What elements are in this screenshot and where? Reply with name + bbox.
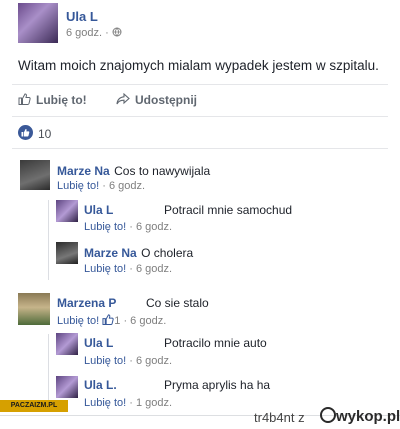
divider (12, 148, 388, 149)
reply-author[interactable]: Ula L (84, 336, 113, 350)
reply-avatar[interactable] (56, 242, 78, 264)
reply-like-link[interactable]: Lubię to! (84, 397, 126, 409)
comment-meta: Lubię to! 1 · 6 godz. (57, 314, 167, 327)
author-avatar[interactable] (18, 3, 58, 43)
comment-time[interactable]: 6 godz. (109, 180, 145, 192)
wykop-logo-icon (320, 407, 336, 423)
share-arrow-icon (116, 92, 130, 105)
post-time[interactable]: 6 godz. (66, 27, 102, 39)
reply-text: Potracilo mnie auto (164, 336, 267, 350)
reaction-count[interactable]: 10 (38, 127, 51, 141)
comment-like-link[interactable]: Lubię to! (57, 180, 99, 192)
comment-text: Cos to nawywijala (114, 164, 211, 178)
reply-like-link[interactable]: Lubię to! (84, 263, 126, 275)
watermark-separator: z (298, 410, 305, 425)
paczaizm-badge: PACZAIZM.PL (0, 400, 68, 412)
wykop-site: wykop.pl (336, 408, 400, 425)
reply-like-link[interactable]: Lubię to! (84, 221, 126, 233)
reply-text: O cholera (141, 246, 194, 260)
share-button-label: Udostępnij (135, 93, 197, 107)
post-text: Witam moich znajomych mialam wypadek jes… (18, 58, 379, 73)
reply-like-link[interactable]: Lubię to! (84, 355, 126, 367)
comment-meta: Lubię to! · 6 godz. (57, 180, 146, 192)
reply-time[interactable]: 1 godz. (136, 397, 172, 409)
comment-like-link[interactable]: Lubię to! (57, 315, 99, 327)
comment-author[interactable]: Marzena P (57, 296, 116, 310)
reply: Marze Na O cholera (84, 244, 193, 262)
post-author-name[interactable]: Ula L (66, 9, 98, 24)
like-button[interactable]: Lubię to! (18, 93, 87, 107)
reply-time[interactable]: 6 godz. (136, 355, 172, 367)
watermark-user: tr4b4nt z (254, 410, 305, 425)
thumbs-up-icon (102, 314, 114, 327)
reply-text: Pryma aprylis ha ha (164, 378, 271, 392)
post-timestamp[interactable]: 6 godz. · (66, 27, 122, 39)
reply-meta: Lubię to! · 6 godz. (84, 355, 173, 367)
reply-author[interactable]: Marze Na (84, 246, 137, 260)
reply-time[interactable]: 6 godz. (136, 263, 172, 275)
reply-avatar[interactable] (56, 200, 78, 222)
reply-time[interactable]: 6 godz. (136, 221, 172, 233)
watermark-username: tr4b4nt (254, 410, 295, 425)
reply-avatar[interactable] (56, 376, 78, 398)
reply-author[interactable]: Ula L (84, 203, 113, 217)
divider (12, 84, 388, 85)
commenter-avatar[interactable] (20, 160, 50, 190)
reply-text: Potracil mnie samochud (164, 203, 293, 217)
like-button-label: Lubię to! (36, 93, 87, 107)
comment-author[interactable]: Marze Na (57, 164, 110, 178)
reply-meta: Lubię to! · 6 godz. (84, 263, 173, 275)
comment-time[interactable]: 6 godz. (130, 315, 166, 327)
reply-meta: Lubię to! · 6 godz. (84, 221, 173, 233)
share-button[interactable]: Udostępnij (116, 92, 197, 107)
reply-author[interactable]: Ula L. (84, 378, 117, 392)
thumbs-up-icon (18, 93, 31, 105)
reply-meta: Lubię to! · 1 godz. (84, 397, 173, 409)
commenter-avatar[interactable] (18, 293, 50, 325)
globe-icon: · (105, 27, 122, 39)
reply-thread-line (48, 200, 49, 280)
facebook-post: Ula L 6 godz. · Witam moich znajomych mi… (0, 0, 400, 416)
divider (12, 116, 388, 117)
thumbs-up-icon[interactable] (18, 125, 33, 140)
reply-avatar[interactable] (56, 333, 78, 355)
comment-text: Co sie stalo (146, 296, 209, 310)
comment: Marze Na Cos to nawywijala (57, 162, 210, 180)
comment-like-count[interactable]: 1 (114, 315, 120, 327)
wykop-logo: wykop.pl (320, 407, 400, 425)
